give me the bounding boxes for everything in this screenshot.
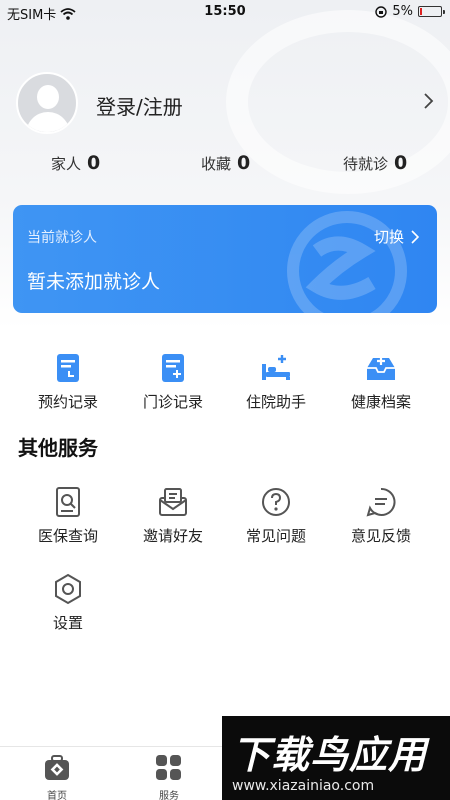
service-settings[interactable]: 设置 (18, 573, 118, 633)
chevron-right-icon (411, 229, 419, 244)
switch-patient-button[interactable]: 切换 (374, 226, 419, 247)
card-label: 当前就诊人 (27, 230, 97, 246)
service-label: 常见问题 (245, 527, 306, 545)
stat-value: 0 (394, 152, 408, 174)
quick-action-label: 住院助手 (245, 393, 306, 411)
avatar-head-shape (37, 85, 59, 109)
service-label: 意见反馈 (350, 527, 411, 545)
service-feedback[interactable]: 意见反馈 (331, 486, 431, 546)
avatar[interactable] (16, 72, 78, 134)
service-label: 邀请好友 (142, 527, 203, 545)
tab-services[interactable]: 服务 (139, 755, 199, 800)
login-register-link[interactable]: 登录/注册 (96, 91, 183, 120)
watermark-url: www.xiazainiao.com (232, 778, 375, 794)
stat-favorites[interactable]: 收藏 0 (201, 152, 250, 174)
service-label: 医保查询 (37, 527, 98, 545)
stat-label: 待就诊 (343, 155, 389, 173)
question-icon (260, 486, 292, 518)
battery-percent: 5% (392, 4, 413, 19)
home-medkit-icon (45, 755, 69, 780)
service-faq[interactable]: 常见问题 (226, 486, 326, 546)
rotation-lock-icon (375, 5, 388, 18)
stat-pending-visit[interactable]: 待就诊 0 (343, 152, 407, 174)
appointment-record-icon (52, 352, 84, 384)
stat-value: 0 (87, 152, 101, 174)
quick-action-label: 健康档案 (350, 393, 411, 411)
service-grid-icon (156, 755, 181, 780)
stat-family[interactable]: 家人 0 (51, 152, 100, 174)
quick-action-appointment-record[interactable]: 预约记录 (18, 352, 118, 412)
switch-label: 切换 (373, 228, 404, 246)
tab-label: 服务 (159, 791, 179, 800)
health-file-icon (365, 352, 397, 384)
stats-row: 家人 0 收藏 0 待就诊 0 (0, 152, 450, 182)
profile-row[interactable]: 登录/注册 (16, 72, 436, 136)
battery-icon (418, 6, 445, 17)
invite-envelope-icon (157, 486, 189, 518)
status-bar: 无SIM卡 15:50 5% (0, 0, 450, 24)
avatar-body-shape (26, 112, 70, 132)
quick-action-health-file[interactable]: 健康档案 (331, 352, 431, 412)
feedback-icon (365, 486, 397, 518)
settings-hexagon-icon (52, 573, 84, 605)
stat-value: 0 (237, 152, 251, 174)
no-patient-title: 暂未添加就诊人 (27, 271, 161, 293)
quick-action-label: 预约记录 (37, 393, 98, 411)
service-invite-friends[interactable]: 邀请好友 (123, 486, 223, 546)
current-patient-card[interactable]: 当前就诊人 切换 暂未添加就诊人 (13, 205, 437, 313)
quick-action-outpatient-record[interactable]: 门诊记录 (123, 352, 223, 412)
tab-label: 首页 (47, 791, 67, 800)
tab-home[interactable]: 首页 (27, 755, 87, 800)
service-label: 设置 (52, 614, 83, 632)
quick-action-label: 门诊记录 (142, 393, 203, 411)
status-right: 5% (375, 4, 445, 19)
stat-label: 收藏 (201, 155, 232, 173)
service-insurance-query[interactable]: 医保查询 (18, 486, 118, 546)
other-services-title: 其他服务 (18, 436, 98, 460)
chevron-right-icon[interactable] (422, 92, 434, 110)
download-site-watermark: 下载鸟应用 www.xiazainiao.com (222, 716, 450, 800)
stat-label: 家人 (51, 155, 82, 173)
watermark-brand: 下载鸟应用 (232, 733, 428, 777)
quick-action-hospital-assistant[interactable]: 住院助手 (226, 352, 326, 412)
insurance-search-icon (52, 486, 84, 518)
outpatient-record-icon (157, 352, 189, 384)
hospital-bed-icon (260, 352, 292, 384)
